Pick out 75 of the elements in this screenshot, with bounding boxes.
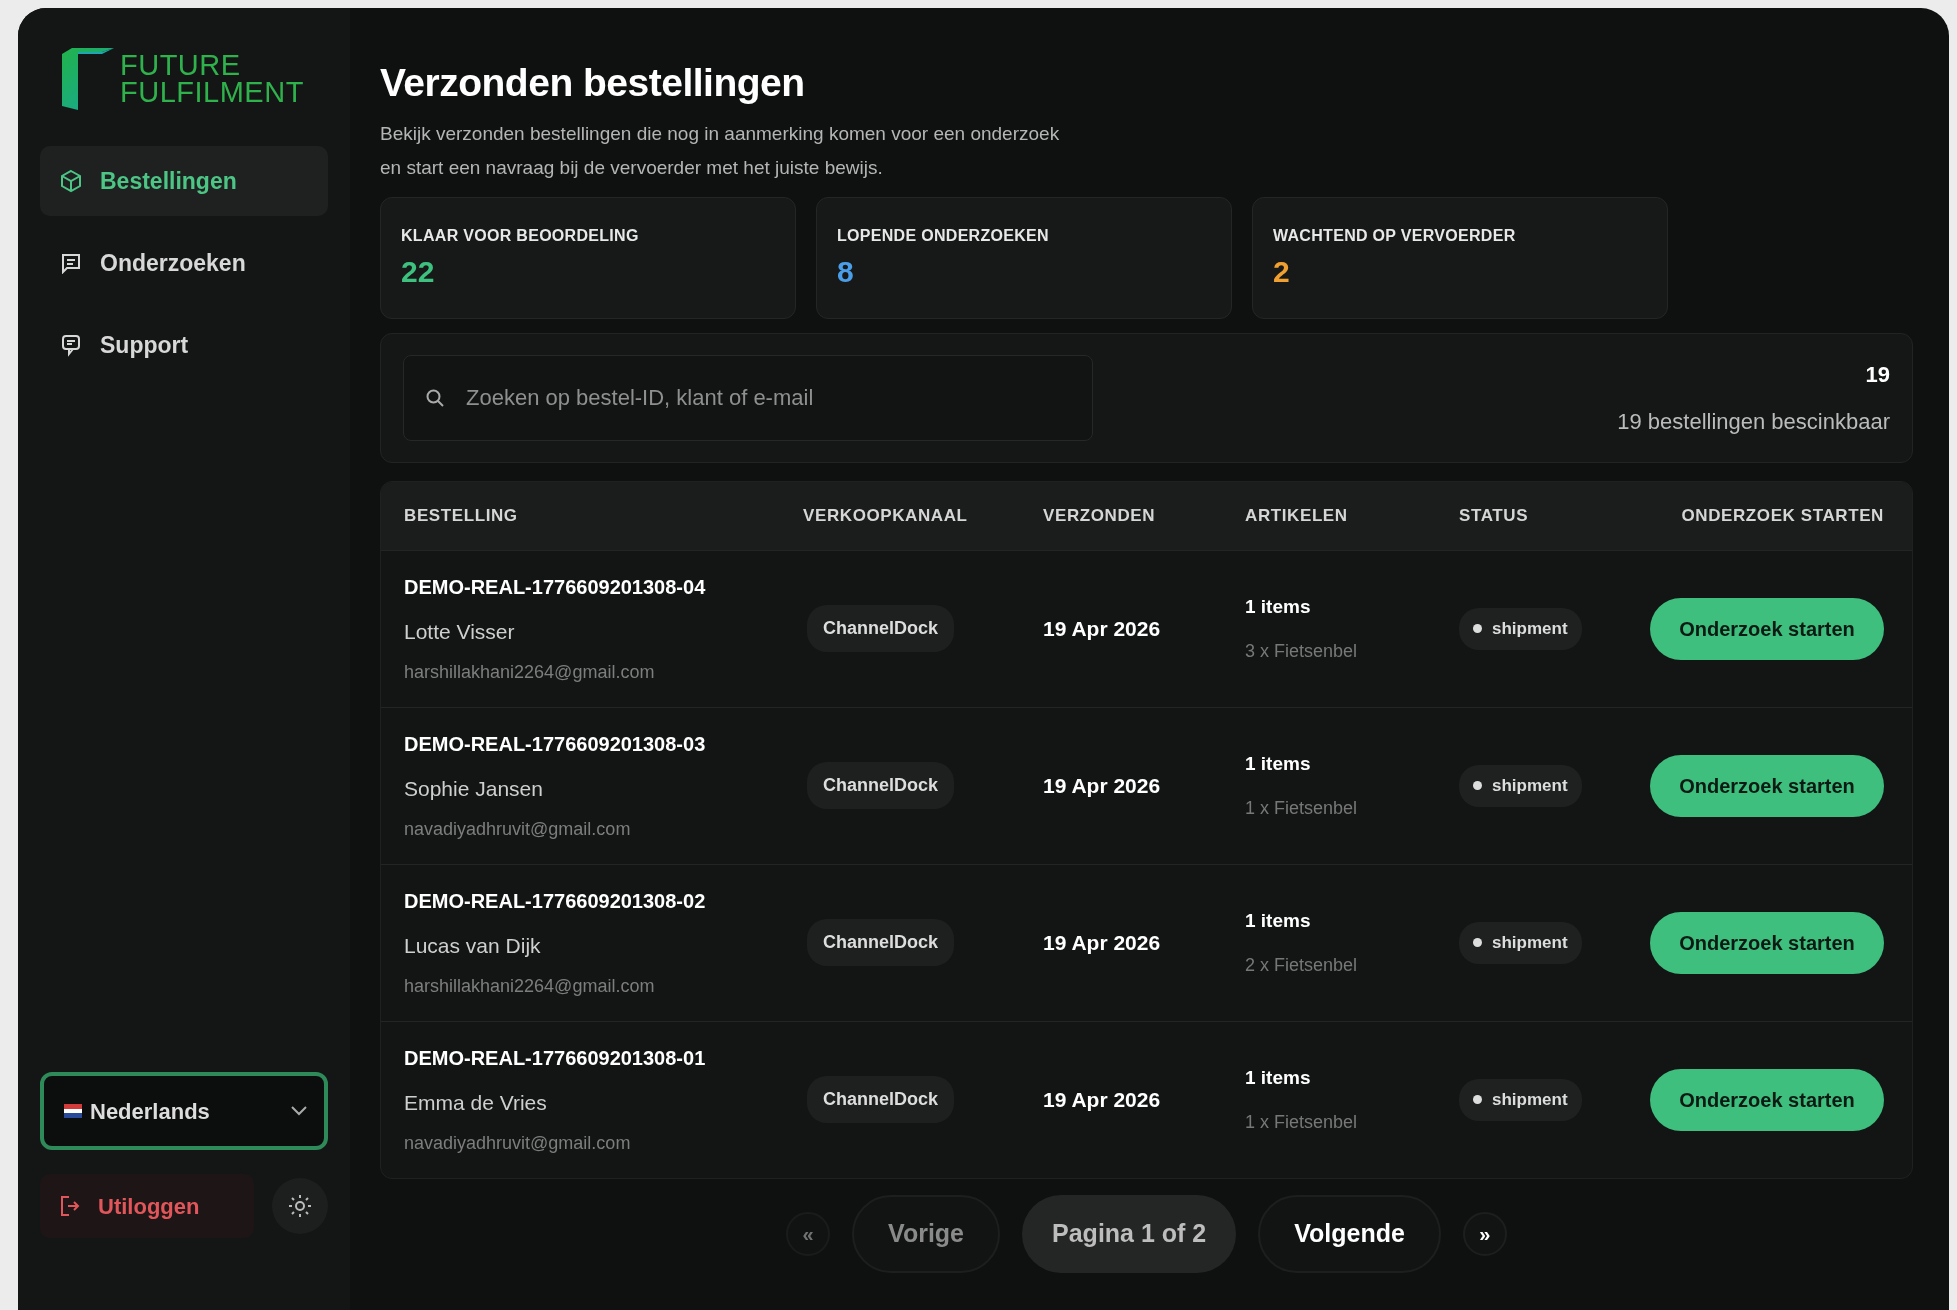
column-header: ONDERZOEK STARTEN: [1680, 505, 1884, 528]
start-investigation-button[interactable]: Onderzoek starten: [1650, 911, 1884, 974]
logout-button[interactable]: Utiloggen: [40, 1174, 254, 1238]
stat-label: LOPENDE ONDERZOEKEN: [837, 225, 1050, 246]
logout-icon: [60, 1195, 80, 1217]
logo-icon: [62, 48, 114, 110]
stat-label: WACHTEND OP VERVOERDER: [1273, 225, 1517, 246]
start-investigation-button[interactable]: Onderzoek starten: [1650, 597, 1884, 660]
box-icon: [60, 169, 82, 193]
order-id: DEMO-REAL-1776609201308-04: [404, 574, 707, 600]
item-detail: 3 x Fietsenbel: [1245, 639, 1359, 663]
status-dot-icon: [1473, 938, 1482, 948]
column-header: STATUS: [1459, 505, 1530, 528]
customer-name: Lotte Visser: [404, 618, 516, 645]
channel-tag: ChannelDock: [807, 605, 955, 653]
chevron-down-icon: [290, 1105, 308, 1117]
message-icon: [60, 252, 82, 274]
status-tag: shipment: [1459, 922, 1582, 964]
search-field[interactable]: Zoeken op bestel-ID, klant of e-mail: [403, 354, 1093, 441]
column-header: VERKOOPKANAAL: [803, 505, 969, 528]
page-description: Bekijk verzonden bestellingen die nog in aanmerking komen voor een onderzoek en start een navraag bij de vervoerder met het juiste bewijs.: [380, 121, 1061, 180]
order-id: DEMO-REAL-1776609201308-01: [404, 1045, 707, 1071]
item-count: 1 items: [1245, 909, 1312, 934]
start-investigation-button[interactable]: Onderzoek starten: [1650, 1068, 1884, 1131]
shipped-date: 19 Apr 2026: [1043, 1087, 1162, 1114]
status-tag: shipment: [1459, 608, 1582, 650]
stat-value: 2: [1273, 253, 1291, 290]
sidebar-item[interactable]: Support: [40, 310, 328, 380]
status-dot-icon: [1473, 624, 1482, 634]
status-tag: shipment: [1459, 1079, 1582, 1121]
search-icon: [425, 387, 445, 408]
status-dot-icon: [1473, 781, 1482, 791]
column-header: VERZONDEN: [1043, 505, 1157, 528]
channel-tag: ChannelDock: [807, 919, 955, 967]
order-id: DEMO-REAL-1776609201308-02: [404, 888, 707, 914]
customer-email: harshillakhani2264@gmail.com: [404, 661, 656, 685]
status-tag: shipment: [1459, 765, 1582, 807]
customer-email: navadiyadhruvit@gmail.com: [404, 818, 632, 842]
item-detail: 2 x Fietsenbel: [1245, 953, 1359, 977]
customer-name: Emma de Vries: [404, 1089, 548, 1116]
item-count: 1 items: [1245, 595, 1312, 620]
sun-icon: [288, 1194, 312, 1218]
language-select[interactable]: Nederlands: [40, 1072, 328, 1150]
column-header: BESTELLING: [404, 505, 519, 528]
last-page-button[interactable]: »: [1462, 1211, 1507, 1256]
channel-tag: ChannelDock: [807, 762, 955, 810]
sidebar-item[interactable]: Onderzoeken: [40, 228, 328, 298]
status-dot-icon: [1473, 1095, 1482, 1105]
column-header: ARTIKELEN: [1245, 505, 1349, 528]
channel-tag: ChannelDock: [807, 1076, 955, 1124]
item-count: 1 items: [1245, 1066, 1312, 1091]
item-detail: 1 x Fietsenbel: [1245, 796, 1359, 820]
brand-name: FUTURE FULFILMENT: [120, 52, 304, 106]
customer-email: navadiyadhruvit@gmail.com: [404, 1132, 632, 1156]
next-page-button[interactable]: Volgende: [1258, 1194, 1441, 1273]
flag-icon: [64, 1104, 82, 1118]
item-count: 1 items: [1245, 752, 1312, 777]
result-summary: 19 bestellingen bescinkbaar: [1617, 407, 1890, 436]
shipped-date: 19 Apr 2026: [1043, 930, 1162, 957]
sidebar-item[interactable]: Bestellingen: [40, 146, 328, 216]
customer-email: harshillakhani2264@gmail.com: [404, 975, 656, 999]
stat-value: 8: [837, 253, 855, 290]
customer-name: Lucas van Dijk: [404, 932, 542, 959]
order-id: DEMO-REAL-1776609201308-03: [404, 731, 707, 757]
shipped-date: 19 Apr 2026: [1043, 773, 1162, 800]
stat-label: KLAAR VOOR BEOORDELING: [401, 225, 640, 246]
page-title: Verzonden bestellingen: [380, 60, 806, 106]
stat-value: 22: [401, 253, 436, 290]
customer-name: Sophie Jansen: [404, 775, 544, 802]
item-detail: 1 x Fietsenbel: [1245, 1110, 1359, 1134]
start-investigation-button[interactable]: Onderzoek starten: [1650, 754, 1884, 817]
result-count: 19: [1864, 360, 1890, 389]
page-indicator: Pagina 1 of 2: [1022, 1194, 1237, 1273]
shipped-date: 19 Apr 2026: [1043, 616, 1162, 643]
chat-icon: [60, 333, 82, 357]
